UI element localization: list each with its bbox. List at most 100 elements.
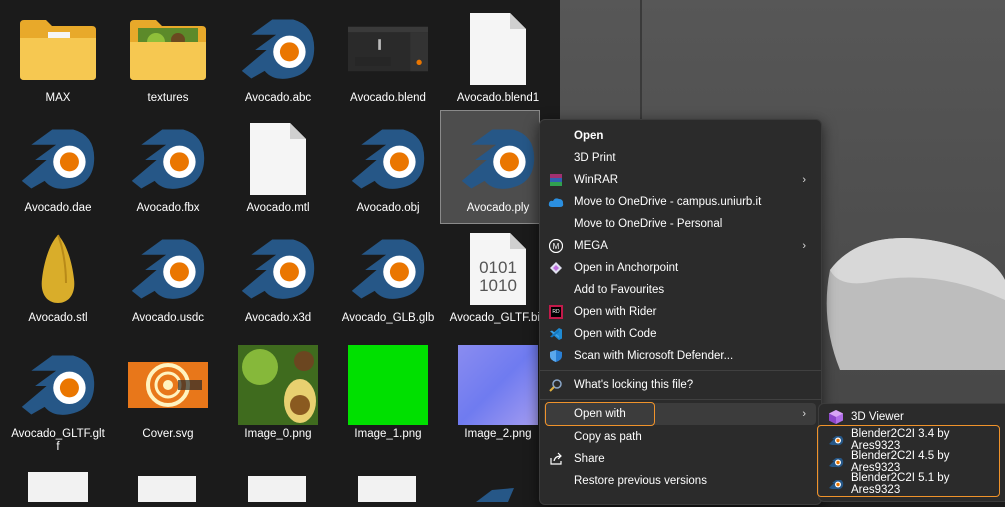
file-tile[interactable]: Avocado.usdc [114,226,222,334]
menu-item-label: Open with Code [574,328,657,340]
file-name: Avocado_GLB.glb [341,312,435,324]
blender-options-highlight-box [817,425,1000,497]
file-name: Avocado.x3d [244,312,312,324]
menu-item-defender-scan[interactable]: Scan with Microsoft Defender... [544,345,816,367]
file-tile[interactable]: Image_2.png [444,342,552,450]
file-tile[interactable]: Avocado_GLTF.gltf [4,342,112,453]
file-tile-selected[interactable]: Avocado.ply [440,110,552,224]
menu-item-onedrive-campus[interactable]: Move to OneDrive - campus.uniurb.it [544,191,816,213]
file-name: Avocado_GLTF.bin [449,312,547,324]
menu-item-label: What's locking this file? [574,379,694,391]
file-tile[interactable]: Avocado.stl [4,226,112,334]
file-name: Avocado.dae [24,202,92,214]
menu-item-open-code[interactable]: Open with Code [544,323,816,345]
file-name: Avocado.stl [28,312,88,324]
file-name: textures [147,92,189,104]
image-thumbnail-icon [238,345,318,425]
blender-icon [238,14,318,84]
vscode-icon [548,326,564,342]
menu-item-label: Scan with Microsoft Defender... [574,350,734,362]
file-tile[interactable]: Avocado.blend1 [444,6,552,114]
chevron-right-icon: › [802,240,806,252]
blender-icon [458,124,538,194]
onedrive-icon [548,194,564,210]
file-tile[interactable]: Avocado.blend [334,6,442,114]
file-tile[interactable]: Avocado_GLB.glb [334,226,442,334]
file-name: Avocado_GLTF.gltf [11,428,105,453]
menu-item-restore-versions[interactable]: Restore previous versions [544,470,816,492]
file-tile[interactable]: Image_1.png [334,342,442,450]
blender-icon [348,234,428,304]
svg-text:RD: RD [552,309,560,315]
document-icon [458,13,538,85]
menu-item-onedrive-personal[interactable]: Move to OneDrive - Personal [544,213,816,235]
file-name: Image_1.png [354,428,422,440]
file-name: Image_2.png [464,428,532,440]
file-name: Avocado.obj [356,202,420,214]
avocado-model-icon [18,234,98,304]
menu-item-label: Move to OneDrive - Personal [574,218,723,230]
menu-item-winrar[interactable]: WinRAR › [544,169,816,191]
lock-search-icon [548,377,564,393]
blender-icon [128,124,208,194]
menu-item-label: Open in Anchorpoint [574,262,679,274]
file-tile[interactable]: Avocado.x3d [224,226,332,334]
chevron-right-icon: › [802,174,806,186]
menu-item-3d-print[interactable]: 3D Print [544,147,816,169]
menu-separator [540,399,821,400]
file-name: Avocado.ply [466,202,530,214]
file-tile[interactable]: Avocado.dae [4,116,112,224]
file-name: MAX [45,92,71,104]
menu-item-label: Add to Favourites [574,284,665,296]
binary-line-2: 1010 [479,276,517,295]
binary-line-1: 0101 [479,258,517,277]
binary-file-icon: 0101 1010 [458,233,538,305]
blender-icon [18,124,98,194]
defender-shield-icon [548,348,564,364]
menu-item-open-rider[interactable]: RD Open with Rider [544,301,816,323]
menu-item-mega[interactable]: M MEGA › [544,235,816,257]
menu-item-label: Open [574,130,604,142]
menu-item-whats-locking[interactable]: What's locking this file? [544,374,816,396]
file-tile[interactable]: MAX [4,6,112,114]
chevron-right-icon: › [802,408,806,420]
menu-item-share[interactable]: Share [544,448,816,470]
file-tile[interactable]: Cover.svg [114,342,222,450]
document-icon [28,472,88,502]
file-tile[interactable]: Avocado.abc [224,6,332,114]
menu-item-anchorpoint[interactable]: Open in Anchorpoint [544,257,816,279]
winrar-icon [548,172,564,188]
menu-item-open[interactable]: Open [544,125,816,147]
file-name: Avocado.abc [244,92,312,104]
document-icon [358,476,416,502]
menu-item-label: Move to OneDrive - campus.uniurb.it [574,196,762,208]
menu-item-add-favourites[interactable]: Add to Favourites [544,279,816,301]
rider-icon: RD [548,304,564,320]
file-explorer: MAX textures Avocado.abc Avocado.blend A… [0,0,560,502]
file-name: Avocado.mtl [246,202,310,214]
3d-viewer-icon [827,408,845,426]
mega-icon: M [548,238,564,254]
blend-thumbnail-icon [348,14,428,84]
folder-icon [128,14,208,84]
menu-item-label: Share [574,453,605,465]
menu-item-copy-path[interactable]: Copy as path [544,426,816,448]
file-name: Avocado.blend [350,92,426,104]
share-icon [548,451,564,467]
file-name: Avocado.usdc [131,312,205,324]
file-tile[interactable]: 0101 1010 Avocado_GLTF.bin [444,226,552,334]
folder-icon [18,14,98,84]
file-tile[interactable]: Avocado.obj [334,116,442,224]
file-tile[interactable]: Avocado.mtl [224,116,332,224]
context-menu: Open 3D Print WinRAR › Move to OneDrive … [539,119,822,505]
document-icon [248,476,306,502]
blender-icon [128,234,208,304]
file-tile[interactable]: Image_0.png [224,342,332,450]
file-tile[interactable]: Avocado.fbx [114,116,222,224]
file-name: Avocado.fbx [136,202,200,214]
file-name: Avocado.blend1 [456,92,540,104]
blender-icon [238,234,318,304]
menu-item-label: MEGA [574,240,608,252]
3d-model-shape [826,238,1005,370]
file-tile[interactable]: textures [114,6,222,114]
